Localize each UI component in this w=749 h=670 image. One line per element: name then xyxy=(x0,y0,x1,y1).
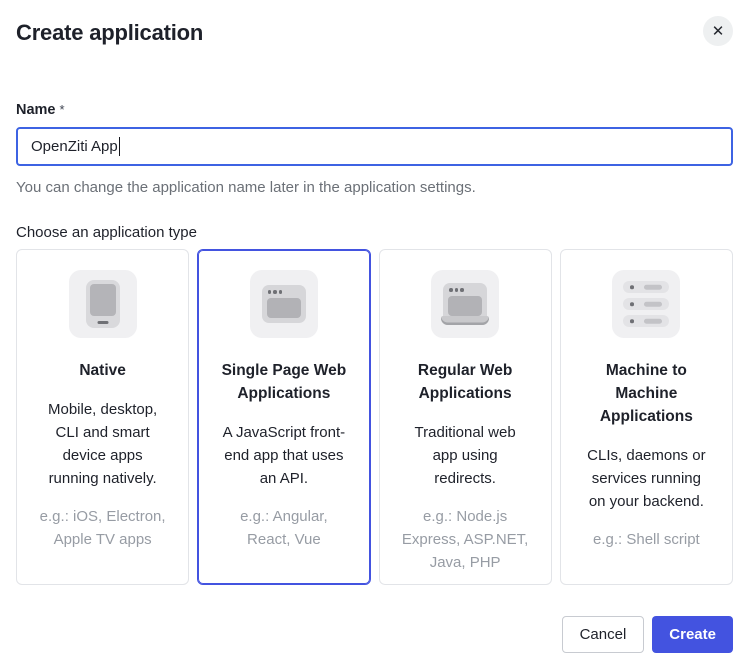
type-section-label: Choose an application type xyxy=(16,224,733,241)
card-title: Native xyxy=(17,359,188,382)
name-label-text: Name xyxy=(16,102,56,118)
card-description: Mobile, desktop, CLI and smart device ap… xyxy=(17,398,188,490)
page-title: Create application xyxy=(16,16,203,46)
card-example: e.g.: Shell script xyxy=(561,528,732,551)
modal-footer: Cancel Create xyxy=(16,616,733,653)
card-native[interactable]: Native Mobile, desktop, CLI and smart de… xyxy=(16,249,189,585)
create-button[interactable]: Create xyxy=(652,616,733,653)
close-button[interactable]: ✕ xyxy=(703,16,733,46)
card-regular-web[interactable]: Regular Web Applications Traditional web… xyxy=(379,249,552,585)
card-description: A JavaScript front-end app that uses an … xyxy=(198,421,369,490)
card-example: e.g.: iOS, Electron, Apple TV apps xyxy=(17,505,188,551)
server-rack-icon xyxy=(612,270,680,338)
browser-window-icon xyxy=(250,270,318,338)
card-description: CLIs, daemons or services running on you… xyxy=(561,444,732,513)
required-asterisk: * xyxy=(60,102,65,117)
create-application-modal: Create application ✕ Name * OpenZiti App… xyxy=(0,0,749,653)
name-helper-text: You can change the application name late… xyxy=(16,179,733,196)
name-input[interactable]: OpenZiti App xyxy=(16,127,733,166)
close-icon: ✕ xyxy=(712,24,725,39)
name-label: Name * xyxy=(16,102,733,118)
card-single-page-web[interactable]: Single Page Web Applications A JavaScrip… xyxy=(197,249,370,585)
phone-icon xyxy=(69,270,137,338)
cancel-button[interactable]: Cancel xyxy=(562,616,645,653)
text-caret xyxy=(119,137,121,156)
card-example: e.g.: Node.js Express, ASP.NET, Java, PH… xyxy=(380,505,551,574)
web-server-icon xyxy=(431,270,499,338)
application-type-cards: Native Mobile, desktop, CLI and smart de… xyxy=(16,249,733,585)
card-title: Regular Web Applications xyxy=(380,359,551,405)
card-title: Single Page Web Applications xyxy=(198,359,369,405)
card-machine-to-machine[interactable]: Machine to Machine Applications CLIs, da… xyxy=(560,249,733,585)
name-input-value: OpenZiti App xyxy=(31,138,118,155)
modal-header: Create application ✕ xyxy=(16,16,733,48)
card-description: Traditional web app using redirects. xyxy=(380,421,551,490)
card-title: Machine to Machine Applications xyxy=(561,359,732,428)
card-example: e.g.: Angular, React, Vue xyxy=(198,505,369,551)
